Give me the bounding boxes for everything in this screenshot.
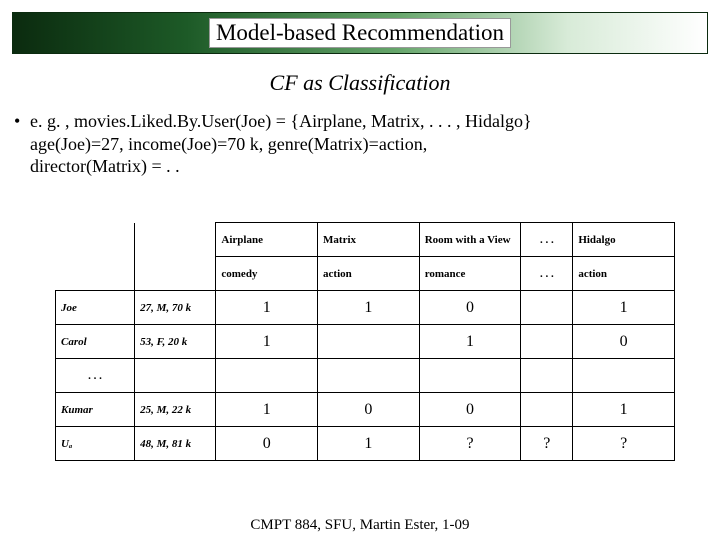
cell [521, 291, 573, 325]
data-table-wrap: Airplane Matrix Room with a View . . . H… [55, 222, 675, 461]
user-name: Uₐ [56, 427, 135, 461]
slide-title: Model-based Recommendation [209, 18, 511, 48]
table-row: Joe 27, M, 70 k 1 1 0 1 [56, 291, 675, 325]
col-genre-3: romance [419, 257, 521, 291]
cell [318, 359, 420, 393]
cell: 1 [419, 325, 521, 359]
cell: 1 [216, 325, 318, 359]
col-genre-1: comedy [216, 257, 318, 291]
slide-footer: CMPT 884, SFU, Martin Ester, 1-09 [0, 517, 720, 534]
user-demo: 27, M, 70 k [135, 291, 216, 325]
bullet-line-1: e. g. , movies.Liked.By.User(Joe) = {Air… [30, 110, 706, 133]
user-name: Joe [56, 291, 135, 325]
table-row: Kumar 25, M, 22 k 1 0 0 1 [56, 393, 675, 427]
slide-title-bar: Model-based Recommendation [12, 12, 708, 54]
cell [521, 393, 573, 427]
cell: 1 [216, 393, 318, 427]
cell: ? [573, 427, 675, 461]
cell: ? [419, 427, 521, 461]
header-row-movies: Airplane Matrix Room with a View . . . H… [56, 223, 675, 257]
col-genre-5: action [573, 257, 675, 291]
table-row: Uₐ 48, M, 81 k 0 1 ? ? ? [56, 427, 675, 461]
cell [216, 359, 318, 393]
cell: 1 [216, 291, 318, 325]
user-name: . . . [56, 359, 135, 393]
user-demo: 25, M, 22 k [135, 393, 216, 427]
cell [318, 325, 420, 359]
cell: 0 [318, 393, 420, 427]
col-genre-2: action [318, 257, 420, 291]
cell: ? [521, 427, 573, 461]
cell: 1 [318, 291, 420, 325]
table-row: . . . [56, 359, 675, 393]
cell: 1 [318, 427, 420, 461]
header-row-genres: comedy action romance . . . action [56, 257, 675, 291]
cell: 0 [573, 325, 675, 359]
cell: 1 [573, 393, 675, 427]
user-name: Carol [56, 325, 135, 359]
user-demo: 53, F, 20 k [135, 325, 216, 359]
cell: 0 [216, 427, 318, 461]
table-row: Carol 53, F, 20 k 1 1 0 [56, 325, 675, 359]
cell: 0 [419, 291, 521, 325]
cell [521, 325, 573, 359]
bullet-line-2: age(Joe)=27, income(Joe)=70 k, genre(Mat… [14, 133, 706, 156]
slide-subtitle: CF as Classification [0, 70, 720, 96]
bullet-line-3: director(Matrix) = . . [14, 155, 706, 178]
col-genre-dots: . . . [521, 257, 573, 291]
user-name: Kumar [56, 393, 135, 427]
cell: 1 [573, 291, 675, 325]
user-demo [135, 359, 216, 393]
user-demo: 48, M, 81 k [135, 427, 216, 461]
bullet-dot: • [14, 110, 30, 133]
col-movie-2: Matrix [318, 223, 420, 257]
data-table: Airplane Matrix Room with a View . . . H… [55, 222, 675, 461]
cell [419, 359, 521, 393]
body-text: • e. g. , movies.Liked.By.User(Joe) = {A… [14, 110, 706, 178]
cell [521, 359, 573, 393]
cell [573, 359, 675, 393]
col-movie-dots: . . . [521, 223, 573, 257]
col-movie-3: Room with a View [419, 223, 521, 257]
cell: 0 [419, 393, 521, 427]
col-movie-1: Airplane [216, 223, 318, 257]
col-movie-5: Hidalgo [573, 223, 675, 257]
